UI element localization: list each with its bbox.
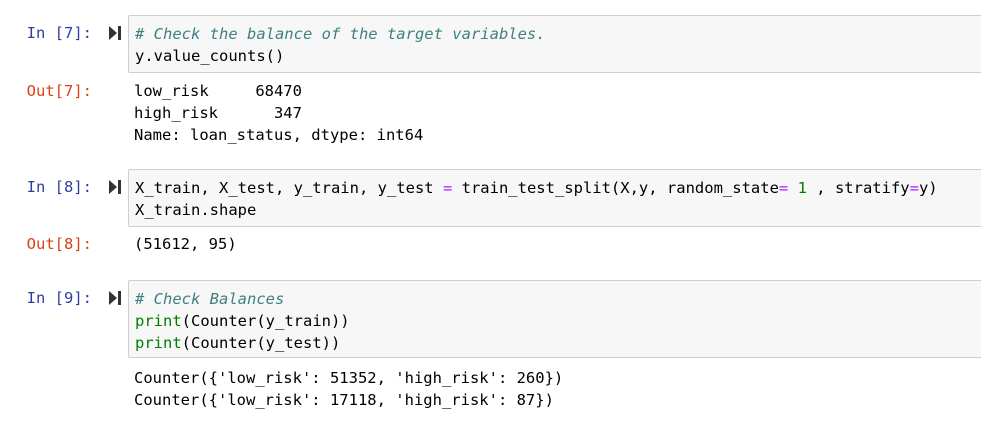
- output-line: (51612, 95): [134, 235, 237, 253]
- run-cell-icon[interactable]: [108, 179, 122, 195]
- output-line: low_risk 68470: [134, 82, 302, 100]
- code-text: , stratify: [806, 179, 910, 197]
- assign-operator: =: [909, 179, 919, 197]
- code-text: y): [918, 179, 938, 197]
- print-builtin: print: [135, 312, 182, 330]
- code-input-9[interactable]: # Check Balances print(Counter(y_train))…: [128, 280, 981, 358]
- output-line: Counter({'low_risk': 51352, 'high_risk':…: [134, 369, 564, 387]
- out-prompt-8: Out[8]:: [26, 235, 92, 253]
- number-literal: 1: [797, 179, 807, 197]
- code-text: train_test_split(X,y, random_state: [452, 179, 779, 197]
- code-text: (Counter(y_train)): [181, 312, 350, 330]
- cell-output-7: low_risk 68470 high_risk 347 Name: loan_…: [134, 80, 423, 146]
- code-input-7[interactable]: # Check the balance of the target variab…: [128, 15, 981, 73]
- in-prompt-8: In [8]:: [26, 178, 92, 196]
- cell-output-8: (51612, 95): [134, 233, 237, 255]
- in-prompt-7: In [7]:: [26, 24, 92, 42]
- output-line: Name: loan_status, dtype: int64: [134, 126, 424, 144]
- cell-output-9: Counter({'low_risk': 51352, 'high_risk':…: [134, 367, 563, 411]
- in-prompt-9: In [9]:: [26, 289, 92, 307]
- code-text: X_train, X_test, y_train, y_test: [135, 179, 443, 197]
- run-cell-icon[interactable]: [108, 290, 122, 306]
- code-input-8[interactable]: X_train, X_test, y_train, y_test = train…: [128, 169, 981, 227]
- code-text: (Counter(y_test)): [181, 334, 341, 352]
- code-comment: # Check Balances: [135, 290, 285, 308]
- code-line: X_train.shape: [135, 201, 257, 219]
- run-cell-icon[interactable]: [108, 25, 122, 41]
- assign-operator: =: [778, 179, 789, 197]
- output-line: high_risk 347: [134, 104, 302, 122]
- assign-operator: =: [442, 179, 453, 197]
- print-builtin: print: [135, 334, 182, 352]
- code-line: y.value_counts(): [135, 47, 285, 65]
- code-comment: # Check the balance of the target variab…: [135, 25, 546, 43]
- output-line: Counter({'low_risk': 17118, 'high_risk':…: [134, 391, 554, 409]
- out-prompt-7: Out[7]:: [26, 82, 92, 100]
